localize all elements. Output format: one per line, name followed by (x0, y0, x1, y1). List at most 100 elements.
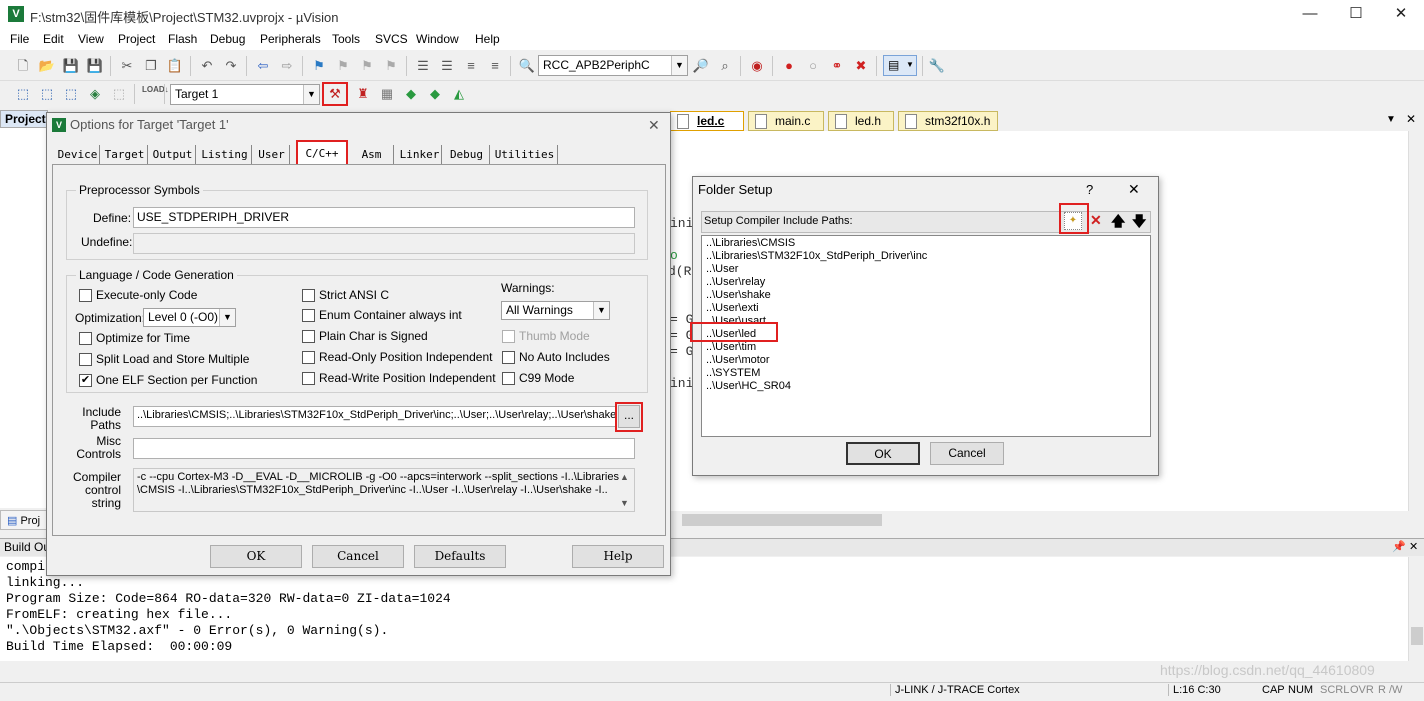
plain-char-checkbox[interactable] (302, 330, 315, 343)
menu-debug[interactable]: Debug (210, 32, 245, 46)
optimize-time-checkbox[interactable] (79, 332, 92, 345)
copy-icon[interactable]: ❐ (142, 57, 160, 75)
next-bookmark-icon[interactable]: ⚑ (358, 57, 376, 75)
build-output-vscrollbar[interactable] (1408, 557, 1424, 661)
menu-peripherals[interactable]: Peripherals (260, 32, 321, 46)
menu-tools[interactable]: Tools (332, 32, 360, 46)
find-icon[interactable]: 🔎 (692, 57, 710, 75)
one-elf-checkbox[interactable]: ✔ (79, 374, 92, 387)
define-input[interactable]: USE_STDPERIPH_DRIVER (133, 207, 635, 228)
chevron-down-icon[interactable]: ▼ (303, 85, 319, 104)
maximize-button[interactable]: ☐ (1333, 0, 1379, 28)
nav-back-icon[interactable]: ⇦ (254, 57, 272, 75)
options-ok-button[interactable]: OK (210, 545, 302, 568)
strict-ansi-checkbox[interactable] (302, 289, 315, 302)
menu-window[interactable]: Window (416, 32, 459, 46)
disable-breakpoint-icon[interactable]: ○ (804, 57, 822, 75)
close-tab-icon[interactable]: ✕ (1406, 112, 1416, 126)
find-combo[interactable]: RCC_APB2PeriphC ▼ (538, 55, 688, 76)
split-load-checkbox[interactable] (79, 353, 92, 366)
debug-session-icon[interactable]: ◉ (748, 57, 766, 75)
menu-view[interactable]: View (78, 32, 104, 46)
ro-position-checkbox[interactable] (302, 351, 315, 364)
pack-installer-icon[interactable]: ◆ (426, 85, 444, 103)
menu-file[interactable]: File (10, 32, 29, 46)
manage-components-icon[interactable]: ♜ (354, 85, 372, 103)
path-item[interactable]: ..\User\exti (706, 302, 759, 314)
tab-linker[interactable]: Linker (398, 145, 442, 165)
path-item[interactable]: ..\Libraries\CMSIS (706, 237, 795, 249)
path-item[interactable]: ..\User\motor (706, 354, 770, 366)
options-cancel-button[interactable]: Cancel (312, 545, 404, 568)
project-bottom-tab[interactable]: ▤ Proj (0, 510, 48, 530)
menu-svcs[interactable]: SVCS (375, 32, 408, 46)
tab-led-c[interactable]: led.c (670, 111, 744, 131)
prev-bookmark-icon[interactable]: ⚑ (334, 57, 352, 75)
no-auto-includes-checkbox[interactable] (502, 351, 515, 364)
insert-breakpoint-icon[interactable]: ● (780, 57, 798, 75)
browse-include-paths-button[interactable]: ... (618, 405, 640, 428)
compiler-control-string[interactable]: -c --cpu Cortex-M3 -D__EVAL -D__MICROLIB… (133, 468, 635, 512)
editor-vscrollbar[interactable] (1408, 131, 1424, 511)
chevron-down-icon[interactable]: ▼ (219, 309, 235, 326)
move-down-icon[interactable]: 🡇 (1132, 211, 1146, 235)
menu-help[interactable]: Help (475, 32, 500, 46)
new-path-icon[interactable]: ✦ (1064, 212, 1082, 230)
target-select[interactable]: Target 1 ▼ (170, 84, 320, 105)
move-up-icon[interactable]: 🡅 (1111, 211, 1125, 235)
chevron-down-icon[interactable]: ▼ (593, 302, 609, 319)
folder-ok-button[interactable]: OK (846, 442, 920, 465)
optimization-select[interactable]: Level 0 (-O0) ▼ (143, 308, 236, 327)
tab-output[interactable]: Output (150, 145, 196, 165)
tab-stm32f10x-h[interactable]: stm32f10x.h (898, 111, 998, 131)
incremental-find-icon[interactable]: ⌕ (716, 57, 734, 75)
tab-utilities[interactable]: Utilities (492, 145, 558, 165)
undo-icon[interactable]: ↶ (198, 57, 216, 75)
clear-bookmarks-icon[interactable]: ⚑ (382, 57, 400, 75)
save-all-icon[interactable]: 💾 (86, 57, 104, 75)
path-item[interactable]: ..\User\shake (706, 289, 771, 301)
tab-debug[interactable]: Debug (444, 145, 490, 165)
close-pane-icon[interactable]: ✕ (1409, 540, 1418, 553)
options-defaults-button[interactable]: Defaults (414, 545, 506, 568)
options-dialog-close-button[interactable]: ✕ (648, 117, 660, 134)
redo-icon[interactable]: ↷ (222, 57, 240, 75)
disable-all-breakpoints-icon[interactable]: ⚭ (828, 57, 846, 75)
menu-project[interactable]: Project (118, 32, 155, 46)
misc-controls-input[interactable] (133, 438, 635, 459)
scroll-thumb[interactable] (1411, 627, 1423, 645)
indent-icon[interactable]: ☰ (414, 57, 432, 75)
tab-c-cpp[interactable]: C/C++ (296, 140, 348, 166)
tab-list-chevron-icon[interactable]: ▼ (1386, 114, 1396, 125)
tab-listing[interactable]: Listing (198, 145, 252, 165)
build-icon[interactable]: ⬚ (38, 85, 56, 103)
tab-led-h[interactable]: led.h (828, 111, 894, 131)
options-help-button[interactable]: Help (572, 545, 664, 568)
tab-user[interactable]: User (254, 145, 290, 165)
execute-only-checkbox[interactable] (79, 289, 92, 302)
folder-close-button[interactable]: ✕ (1128, 181, 1140, 198)
scroll-thumb[interactable] (682, 514, 882, 526)
translate-icon[interactable]: ⬚ (14, 85, 32, 103)
path-item[interactable]: ..\SYSTEM (706, 367, 760, 379)
c99-mode-checkbox[interactable] (502, 372, 515, 385)
tab-main-c[interactable]: main.c (748, 111, 824, 131)
minimize-button[interactable]: — (1287, 0, 1333, 28)
path-item[interactable]: ..\User\HC_SR04 (706, 380, 791, 392)
scroll-down-icon[interactable]: ▼ (620, 498, 629, 508)
path-item[interactable]: ..\Libraries\STM32F10x_StdPeriph_Driver\… (706, 250, 927, 262)
include-paths-input[interactable]: ..\Libraries\CMSIS;..\Libraries\STM32F10… (133, 406, 616, 427)
path-item[interactable]: ..\User\tim (706, 341, 756, 353)
select-packs-icon[interactable]: ◆ (402, 85, 420, 103)
comment-icon[interactable]: ≡ (462, 57, 480, 75)
unindent-icon[interactable]: ☰ (438, 57, 456, 75)
uncomment-icon[interactable]: ≡ (486, 57, 504, 75)
pin-icon[interactable]: 📌 (1392, 540, 1406, 553)
close-button[interactable]: ✕ (1378, 0, 1424, 28)
cut-icon[interactable]: ✂ (118, 57, 136, 75)
tab-asm[interactable]: Asm (350, 145, 394, 165)
window-layout-button[interactable]: ▤ ▼ (883, 55, 917, 76)
thumb-mode-checkbox[interactable] (502, 330, 515, 343)
download-load-icon[interactable]: LOAD↓ (142, 85, 169, 103)
menu-edit[interactable]: Edit (43, 32, 64, 46)
